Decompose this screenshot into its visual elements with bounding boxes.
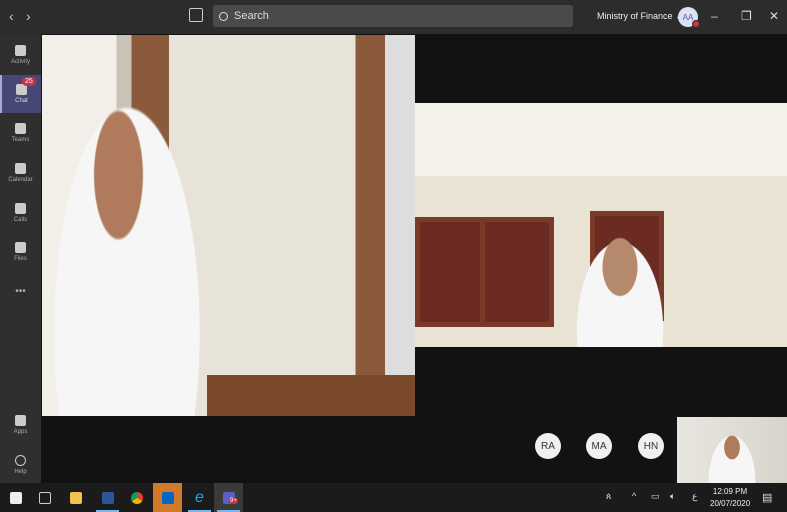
rail-label: Apps (13, 429, 28, 435)
org-name: Ministry of Finance (597, 11, 673, 21)
call-stage: RA MA HN (41, 34, 787, 483)
back-button[interactable]: ‹ (9, 8, 14, 24)
apps-icon (15, 415, 26, 426)
org-switcher[interactable]: Ministry of Finance ⌄ (597, 11, 683, 22)
folder-icon (69, 491, 82, 504)
rail-activity[interactable]: Activity (0, 36, 41, 74)
rail-label: Calls (13, 217, 28, 223)
portrait-frame (415, 217, 489, 327)
participant-avatar-hn[interactable]: HN (638, 433, 664, 459)
chrome-icon (130, 491, 143, 504)
volume-icon[interactable]: 🔈︎ (670, 491, 675, 502)
help-icon (15, 455, 26, 466)
close-button[interactable]: ✕ (769, 9, 779, 23)
rail-calendar[interactable]: Calendar (0, 154, 41, 192)
unread-badge: 25 (22, 77, 36, 86)
rail-label: Chat (15, 98, 28, 104)
self-video (702, 423, 762, 483)
more-apps-button[interactable]: ••• (0, 272, 41, 310)
app-rail: Activity 25 Chat Teams Calendar Calls Fil… (0, 34, 41, 483)
avatar-initials: AA (682, 12, 694, 22)
self-view[interactable] (677, 417, 787, 483)
search-input[interactable]: Search (213, 5, 573, 27)
chrome-button[interactable] (122, 483, 151, 512)
title-bar: ‹ › Search Ministry of Finance ⌄ AA – ❐ … (0, 0, 787, 34)
participant-avatar-ra[interactable]: RA (535, 433, 561, 459)
compose-icon[interactable] (189, 8, 203, 22)
video-tile-1[interactable] (42, 35, 415, 416)
participant-avatar-ma[interactable]: MA (586, 433, 612, 459)
rail-teams[interactable]: Teams (0, 114, 41, 152)
clock[interactable]: 12:09 PM 20/07/2020 (710, 486, 750, 510)
word-icon (101, 491, 114, 504)
video-tile-2[interactable] (415, 103, 787, 347)
task-view-button[interactable] (30, 483, 59, 512)
outlook-icon (161, 491, 174, 504)
participant-video (565, 218, 675, 347)
search-icon (219, 11, 228, 21)
teams-icon (15, 123, 26, 134)
maximize-button[interactable]: ❐ (741, 9, 752, 23)
video-background (207, 375, 415, 416)
notifications-icon[interactable]: ▤ (762, 491, 772, 504)
start-button[interactable] (1, 483, 30, 512)
portrait-frame (480, 217, 554, 327)
ie-button[interactable]: e (185, 483, 214, 512)
minimize-button[interactable]: – (711, 9, 718, 23)
rail-label: Files (14, 256, 27, 262)
date: 20/07/2020 (710, 499, 751, 508)
participant-video (42, 70, 212, 416)
rail-help[interactable]: Help (0, 446, 41, 484)
chevron-up-icon[interactable]: ^ (632, 491, 636, 501)
phone-icon (15, 203, 26, 214)
forward-button[interactable]: › (26, 8, 31, 24)
rail-chat[interactable]: 25 Chat (0, 75, 41, 113)
language-indicator[interactable]: ع (692, 491, 697, 502)
people-icon[interactable]: ጰ (606, 491, 611, 502)
rail-calls[interactable]: Calls (0, 194, 41, 232)
search-placeholder: Search (234, 10, 269, 22)
taskbar: e 9+ ጰ ^ ▭ 🔈︎ ع 12:09 PM 20/07/2020 ▤ (0, 483, 787, 512)
bell-icon (15, 45, 26, 56)
windows-icon (9, 491, 22, 504)
calendar-icon (15, 163, 26, 174)
user-avatar[interactable]: AA (678, 7, 700, 28)
rail-label: Teams (11, 137, 30, 143)
outlook-button[interactable] (153, 483, 182, 512)
file-explorer-button[interactable] (61, 483, 90, 512)
file-icon (15, 242, 26, 253)
teams-badge: 9+ (229, 498, 238, 504)
rail-label: Calendar (8, 177, 33, 183)
status-dot (692, 20, 700, 28)
word-button[interactable] (93, 483, 122, 512)
task-view-icon (38, 491, 51, 504)
rail-label: Help (14, 469, 27, 475)
rail-files[interactable]: Files (0, 233, 41, 271)
rail-apps[interactable]: Apps (0, 406, 41, 444)
ie-icon: e (195, 488, 204, 506)
time: 12:09 PM (712, 487, 748, 496)
rail-label: Activity (10, 59, 30, 65)
battery-icon[interactable]: ▭ (651, 491, 660, 502)
teams-taskbar-button[interactable]: 9+ (214, 483, 243, 512)
